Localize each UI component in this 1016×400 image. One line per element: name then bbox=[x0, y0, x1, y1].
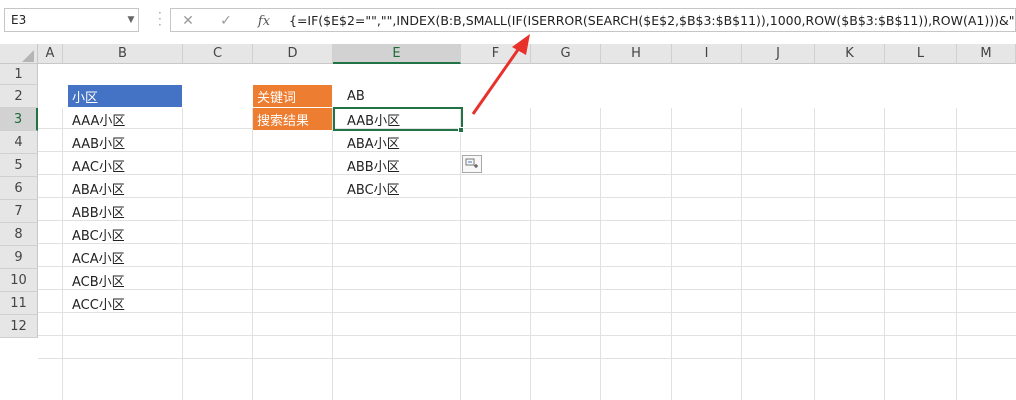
grid-line-horizontal bbox=[38, 312, 1016, 313]
annotation-arrow-line bbox=[471, 43, 524, 115]
column-header-l[interactable]: L bbox=[885, 44, 957, 64]
row-header-2[interactable]: 2 bbox=[0, 85, 38, 108]
cell-b3[interactable]: AAA小区 bbox=[68, 108, 182, 130]
cell-b4[interactable]: AAB小区 bbox=[68, 131, 182, 153]
paste-options-glyph-icon bbox=[465, 158, 478, 168]
row-header-12[interactable]: 12 bbox=[0, 315, 38, 338]
cell-b6[interactable]: ABA小区 bbox=[68, 177, 182, 199]
row-header-1[interactable]: 1 bbox=[0, 64, 38, 85]
grid-line-horizontal bbox=[38, 358, 1016, 359]
cell-d3[interactable]: 搜索结果 bbox=[253, 108, 332, 130]
row-header-5[interactable]: 5 bbox=[0, 154, 38, 177]
column-header-k[interactable]: K bbox=[815, 44, 885, 64]
name-box-dropdown-icon[interactable]: ▼ bbox=[124, 8, 138, 32]
column-header-m[interactable]: M bbox=[957, 44, 1016, 64]
cancel-icon[interactable]: ✕ bbox=[177, 11, 199, 31]
column-header-d[interactable]: D bbox=[253, 44, 333, 64]
grid-line-horizontal bbox=[38, 197, 1016, 198]
column-header-c[interactable]: C bbox=[183, 44, 253, 64]
grid-line-horizontal bbox=[38, 266, 1016, 267]
row-header-3[interactable]: 3 bbox=[0, 108, 38, 131]
select-all-icon bbox=[22, 50, 34, 62]
column-header-j[interactable]: J bbox=[742, 44, 815, 64]
grid-line-horizontal bbox=[38, 289, 1016, 290]
grid-line-horizontal bbox=[38, 174, 1016, 175]
cell-b11[interactable]: ACC小区 bbox=[68, 292, 182, 314]
column-header-b[interactable]: B bbox=[63, 44, 183, 64]
cell-b2[interactable]: 小区 bbox=[68, 85, 182, 107]
row-header-11[interactable]: 11 bbox=[0, 292, 38, 315]
formula-input[interactable]: {=IF($E$2="","",INDEX(B:B,SMALL(IF(ISERR… bbox=[283, 8, 1016, 32]
grid-line-horizontal bbox=[38, 151, 1016, 152]
column-header-i[interactable]: I bbox=[672, 44, 742, 64]
row-header-9[interactable]: 9 bbox=[0, 246, 38, 269]
cell-b8[interactable]: ABC小区 bbox=[68, 223, 182, 245]
insert-function-icon[interactable]: fx bbox=[253, 11, 275, 31]
row-header-8[interactable]: 8 bbox=[0, 223, 38, 246]
row-header-6[interactable]: 6 bbox=[0, 177, 38, 200]
row-header-10[interactable]: 10 bbox=[0, 269, 38, 292]
name-box[interactable]: E3 bbox=[4, 8, 139, 32]
grid-line-horizontal bbox=[38, 335, 1016, 336]
grid-line-horizontal bbox=[38, 243, 1016, 244]
row-header-4[interactable]: 4 bbox=[0, 131, 38, 154]
cell-b5[interactable]: AAC小区 bbox=[68, 154, 182, 176]
cell-e5[interactable]: ABB小区 bbox=[343, 154, 461, 176]
column-header-h[interactable]: H bbox=[601, 44, 672, 64]
cell-d2[interactable]: 关键词 bbox=[253, 85, 332, 107]
active-cell-border bbox=[333, 107, 463, 131]
column-header-e[interactable]: E bbox=[333, 44, 461, 64]
column-header-a[interactable]: A bbox=[38, 44, 63, 64]
cell-e2[interactable]: AB bbox=[343, 85, 461, 107]
row-header-7[interactable]: 7 bbox=[0, 200, 38, 223]
enter-icon[interactable]: ✓ bbox=[215, 11, 237, 31]
cell-e6[interactable]: ABC小区 bbox=[343, 177, 461, 199]
annotation-arrow bbox=[471, 34, 530, 115]
formula-bar-grip-icon: · · · bbox=[158, 6, 162, 32]
cell-b9[interactable]: ACA小区 bbox=[68, 246, 182, 268]
cell-b10[interactable]: ACB小区 bbox=[68, 269, 182, 291]
cell-b7[interactable]: ABB小区 bbox=[68, 200, 182, 222]
formula-buttons: ✕ ✓ fx bbox=[170, 8, 284, 32]
paste-options-icon[interactable] bbox=[462, 155, 482, 173]
grid-line-horizontal bbox=[38, 220, 1016, 221]
cell-e4[interactable]: ABA小区 bbox=[343, 131, 461, 153]
